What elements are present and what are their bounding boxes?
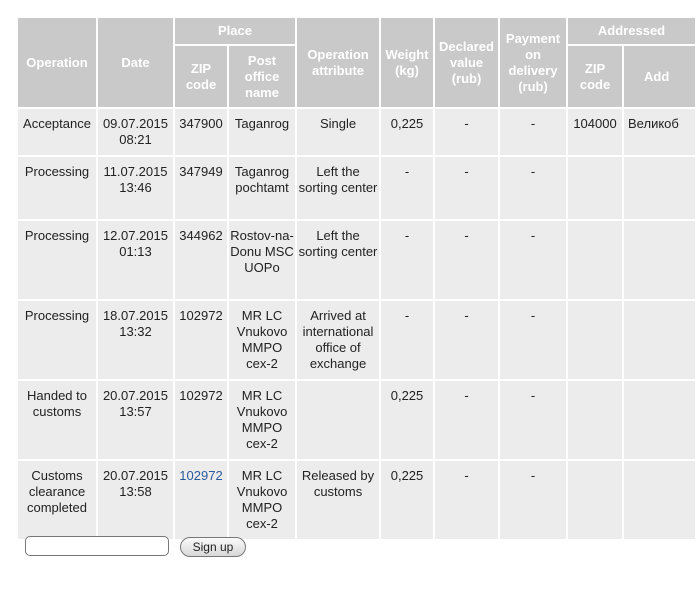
cell-office: Rostov-na-Donu MSC UOPo [229,221,296,299]
cell-addr-zip [568,301,623,379]
cell-addr [624,157,696,219]
cell-date: 18.07.2015 13:32 [98,301,173,379]
cell-payment: - [500,461,567,539]
sign-up-button[interactable]: Sign up [180,537,246,557]
cell-operation: Acceptance [18,109,96,155]
cell-operation: Handed to customs [18,381,96,459]
cell-attribute: Arrived at international office of excha… [297,301,380,379]
header-declared: Declared value (rub) [435,18,499,107]
cell-zip: 347949 [175,157,227,219]
header-post-office: Post office name [229,46,296,107]
table-row: Customs clearance completed 20.07.2015 13… [18,461,696,539]
table-row: Processing 11.07.2015 13:46 347949 Taganrog… [18,157,696,219]
cell-weight: - [381,221,434,299]
cell-weight: 0,225 [381,381,434,459]
cell-payment: - [500,301,567,379]
header-addr-zip: ZIP code [568,46,623,107]
cell-weight: 0,225 [381,461,434,539]
cell-payment: - [500,221,567,299]
cell-operation: Processing [18,301,96,379]
table-row: Processing 12.07.2015 01:13 344962 Rostov-n… [18,221,696,299]
header-addressed: Addressed [568,18,696,44]
cell-office: Taganrog [229,109,296,155]
cell-declared: - [435,221,499,299]
header-address: Add [624,46,696,107]
cell-declared: - [435,381,499,459]
cell-declared: - [435,301,499,379]
cell-payment: - [500,109,567,155]
cell-office: MR LC Vnukovo MMPO cex-2 [229,381,296,459]
header-zip: ZIP code [175,46,227,107]
cell-date: 20.07.2015 13:58 [98,461,173,539]
cell-addr: Великоб [624,109,696,155]
cell-operation: Processing [18,157,96,219]
cell-addr-zip: 104000 [568,109,623,155]
cell-attribute: Left the sorting center [297,221,380,299]
cell-declared: - [435,461,499,539]
cell-addr-zip [568,221,623,299]
cell-zip: 344962 [175,221,227,299]
cell-attribute [297,381,380,459]
cell-office: MR LC Vnukovo MMPO cex-2 [229,301,296,379]
cell-addr-zip [568,381,623,459]
header-date: Date [98,18,173,107]
cell-zip: 347900 [175,109,227,155]
cell-date: 11.07.2015 13:46 [98,157,173,219]
header-operation: Operation [18,18,96,107]
cell-attribute: Single [297,109,380,155]
cell-weight: - [381,157,434,219]
header-payment: Payment on delivery (rub) [500,18,567,107]
table-row: Handed to customs 20.07.2015 13:57 102972 M… [18,381,696,459]
cell-office: MR LC Vnukovo MMPO cex-2 [229,461,296,539]
tracking-table: Operation Date Place Operation attribute… [16,16,697,541]
table-row: Processing 18.07.2015 13:32 102972 MR LC Vn… [18,301,696,379]
header-weight: Weight (kg) [381,18,434,107]
cell-zip[interactable]: 102972 [175,461,227,539]
cell-addr [624,301,696,379]
cell-payment: - [500,157,567,219]
cell-date: 12.07.2015 01:13 [98,221,173,299]
cell-payment: - [500,381,567,459]
cell-zip: 102972 [175,301,227,379]
cell-operation: Processing [18,221,96,299]
cell-date: 20.07.2015 13:57 [98,381,173,459]
cell-declared: - [435,157,499,219]
table-row: Acceptance 09.07.2015 08:21 347900 Taganrog… [18,109,696,155]
email-input[interactable] [25,536,169,556]
cell-weight: - [381,301,434,379]
cell-addr [624,221,696,299]
cell-addr [624,461,696,539]
cell-date: 09.07.2015 08:21 [98,109,173,155]
cell-addr-zip [568,461,623,539]
header-attribute: Operation attribute [297,18,380,107]
cell-weight: 0,225 [381,109,434,155]
cell-addr [624,381,696,459]
cell-declared: - [435,109,499,155]
cell-attribute: Left the sorting center [297,157,380,219]
cell-attribute: Released by customs [297,461,380,539]
header-place: Place [175,18,296,44]
cell-addr-zip [568,157,623,219]
cell-office: Taganrog pochtamt [229,157,296,219]
cell-zip: 102972 [175,381,227,459]
cell-operation: Customs clearance completed [18,461,96,539]
